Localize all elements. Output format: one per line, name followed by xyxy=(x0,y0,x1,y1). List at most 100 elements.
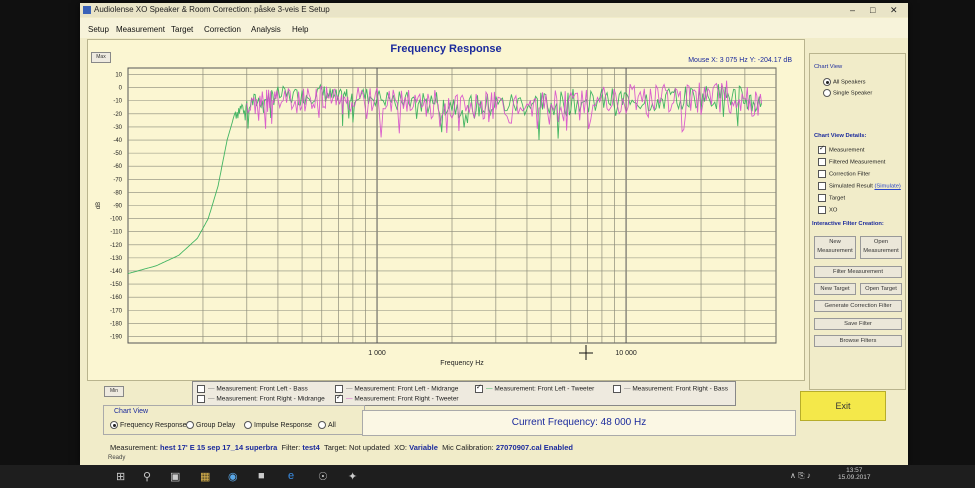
radio-frequency-response[interactable]: Frequency Response xyxy=(110,421,187,429)
clock-date: 15.09.2017 xyxy=(838,474,871,481)
y-tick-label: -110 xyxy=(110,230,122,236)
legend-item-front-left-midrange[interactable]: — Measurement: Front Left - Midrange xyxy=(335,385,458,393)
minimize-icon[interactable]: – xyxy=(850,3,855,17)
file-explorer-icon[interactable]: ▦ xyxy=(200,470,210,483)
checkbox-icon[interactable] xyxy=(818,182,826,190)
radio-icon[interactable] xyxy=(318,421,326,429)
y-tick-label: -190 xyxy=(110,334,123,340)
legend-item-front-right-midrange[interactable]: — Measurement: Front Right - Midrange xyxy=(197,395,325,403)
legend-checkbox[interactable] xyxy=(197,385,205,393)
task-view-icon[interactable]: ▣ xyxy=(170,470,180,483)
right-panel: Chart View All Speakers Single Speaker C… xyxy=(809,53,906,390)
min-button[interactable]: Min xyxy=(104,386,124,397)
status-xo-value: Variable xyxy=(409,443,438,452)
title-bar: Audiolense XO Speaker & Room Correction:… xyxy=(80,3,908,17)
checkbox-label: XO xyxy=(829,207,838,214)
check-target[interactable]: Target xyxy=(818,194,845,202)
open-measurement-button[interactable]: Open Measurement xyxy=(860,236,902,259)
filter-measurement-button[interactable]: Filter Measurement xyxy=(814,266,902,278)
app-icon-star[interactable]: ✦ xyxy=(348,470,357,483)
radio-impulse-response[interactable]: Impulse Response xyxy=(244,421,312,429)
y-tick-label: -100 xyxy=(110,217,123,223)
menu-correction[interactable]: Correction xyxy=(204,25,241,34)
checkbox-icon[interactable] xyxy=(818,170,826,178)
tray-icons[interactable]: ∧ ⎘ ♪ xyxy=(790,471,811,481)
app-icon-circle[interactable]: ☉ xyxy=(318,470,328,483)
app-icon-window[interactable]: ■ xyxy=(258,470,265,482)
checkbox-icon[interactable] xyxy=(818,144,826,154)
search-icon[interactable]: ⚲ xyxy=(143,470,151,483)
legend-item-front-right-tweeter[interactable]: — Measurement: Front Right - Tweeter xyxy=(335,393,459,403)
y-tick-label: -180 xyxy=(110,321,123,327)
radio-single-speaker[interactable]: Single Speaker xyxy=(823,89,872,97)
check-correction-filter[interactable]: Correction Filter xyxy=(818,170,870,178)
checkbox-icon[interactable] xyxy=(818,194,826,202)
radio-all-speakers[interactable]: All Speakers xyxy=(823,78,866,86)
check-measurement[interactable]: Measurement xyxy=(818,144,865,154)
status-target-value: Not updated xyxy=(349,443,390,452)
frequency-response-chart[interactable]: 10 0 -10 -20 -30 -40 -50 -60 -70 -80 -90 -100 -110 -1… xyxy=(87,39,805,397)
legend-panel: — Measurement: Front Left - Bass — Measu… xyxy=(192,381,736,406)
max-button[interactable]: Max xyxy=(91,52,111,63)
checkbox-label: Measurement xyxy=(829,147,865,154)
radio-label: Group Delay xyxy=(196,421,236,429)
menu-setup[interactable]: Setup xyxy=(88,25,109,34)
generate-correction-filter-button[interactable]: Generate Correction Filter xyxy=(814,300,902,312)
check-filtered-measurement[interactable]: Filtered Measurement xyxy=(818,158,885,166)
maximize-icon[interactable]: □ xyxy=(870,3,875,17)
legend-checkbox[interactable] xyxy=(613,385,621,393)
radio-group-delay[interactable]: Group Delay xyxy=(186,421,235,429)
close-icon[interactable]: ✕ xyxy=(890,3,898,17)
radio-icon[interactable] xyxy=(186,421,194,429)
checkbox-icon[interactable] xyxy=(818,158,826,166)
edge-browser-icon[interactable]: e xyxy=(288,470,294,482)
radio-all[interactable]: All xyxy=(318,421,336,429)
start-icon[interactable]: ⊞ xyxy=(116,470,125,483)
status-ready: Ready xyxy=(108,455,126,461)
save-filter-button[interactable]: Save Filter xyxy=(814,318,902,330)
open-target-button[interactable]: Open Target xyxy=(860,283,902,295)
simulate-link[interactable]: (Simulate) xyxy=(874,184,900,190)
x-axis-label: Frequency Hz xyxy=(440,360,484,367)
menu-help[interactable]: Help xyxy=(292,25,308,34)
app-icon-blue[interactable]: ◉ xyxy=(228,470,238,483)
radio-label: All xyxy=(328,421,336,429)
status-bar: Measurement: hest 17' E 15 sep 17_14 sup… xyxy=(80,437,908,465)
legend-checkbox[interactable] xyxy=(335,393,343,403)
check-simulated-result[interactable]: Simulated Result (Simulate) xyxy=(818,182,901,190)
window-title: Audiolense XO Speaker & Room Correction:… xyxy=(94,5,330,14)
y-tick-label: -20 xyxy=(113,112,122,118)
status-line: Measurement: hest 17' E 15 sep 17_14 sup… xyxy=(110,443,573,452)
y-tick-label: -120 xyxy=(110,243,123,249)
legend-checkbox[interactable] xyxy=(475,383,483,393)
radio-icon[interactable] xyxy=(823,78,831,86)
chart-view-heading: Chart View xyxy=(814,64,843,70)
status-target-label: Target: xyxy=(324,443,347,452)
checkbox-icon[interactable] xyxy=(818,206,826,214)
status-measurement-value: hest 17' E 15 sep 17_14 superbra xyxy=(160,443,278,452)
radio-icon[interactable] xyxy=(244,421,252,429)
legend-checkbox[interactable] xyxy=(335,385,343,393)
menu-measurement[interactable]: Measurement xyxy=(116,25,165,34)
menu-target[interactable]: Target xyxy=(171,25,193,34)
browse-filters-button[interactable]: Browse Filters xyxy=(814,335,902,347)
chart-svg: 10 0 -10 -20 -30 -40 -50 -60 -70 -80 -90 -100 -110 -1… xyxy=(96,67,777,367)
radio-icon[interactable] xyxy=(823,89,831,97)
mouse-readout: Mouse X: 3 075 Hz Y: -204.17 dB xyxy=(688,57,792,64)
radio-label: Single Speaker xyxy=(833,90,873,97)
new-target-button[interactable]: New Target xyxy=(814,283,856,295)
legend-item-front-left-bass[interactable]: — Measurement: Front Left - Bass xyxy=(197,385,308,393)
chart-view-details-heading: Chart View Details: xyxy=(814,133,867,139)
clock[interactable]: 13:57 15.09.2017 xyxy=(838,467,871,481)
y-tick-label: -30 xyxy=(113,125,122,131)
interactive-filter-heading: Interactive Filter Creation: xyxy=(812,221,884,227)
menu-analysis[interactable]: Analysis xyxy=(251,25,281,34)
legend-item-front-left-tweeter[interactable]: — Measurement: Front Left - Tweeter xyxy=(475,383,594,393)
radio-label: All Speakers xyxy=(833,79,866,86)
radio-icon[interactable] xyxy=(110,421,118,429)
legend-item-front-right-bass[interactable]: — Measurement: Front Right - Bass xyxy=(613,385,728,393)
check-xo[interactable]: XO xyxy=(818,206,837,214)
new-measurement-button[interactable]: New Measurement xyxy=(814,236,856,259)
legend-checkbox[interactable] xyxy=(197,395,205,403)
exit-button[interactable]: Exit xyxy=(800,391,886,421)
